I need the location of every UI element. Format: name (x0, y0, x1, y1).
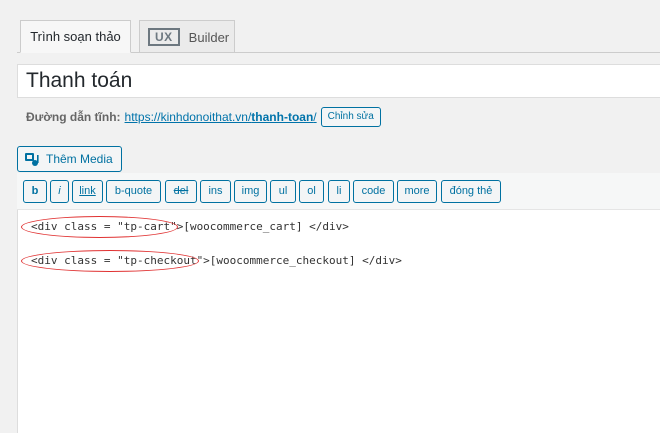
qt-close-tags-button[interactable]: đóng thẻ (441, 180, 501, 203)
permalink-row: Đường dẫn tĩnh: https://kinhdonoithat.vn… (26, 107, 381, 127)
post-title-input[interactable]: Thanh toán (17, 64, 660, 98)
ux-logo-icon: UX (148, 28, 180, 46)
qt-italic-button[interactable]: i (50, 180, 69, 203)
annotation-ellipse (21, 250, 199, 272)
qt-ins-button[interactable]: ins (200, 180, 231, 203)
edit-permalink-button[interactable]: Chỉnh sửa (320, 107, 381, 127)
add-media-label: Thêm Media (46, 152, 113, 166)
annotation-ellipse (21, 216, 178, 238)
permalink-url-base: https://kinhdonoithat.vn/ (124, 110, 252, 124)
qt-blockquote-button[interactable]: b-quote (106, 180, 161, 203)
editor-content-area[interactable] (17, 173, 660, 433)
tab-editor[interactable]: Trình soạn thảo (20, 20, 131, 53)
qt-li-button[interactable]: li (328, 180, 350, 203)
add-media-button[interactable]: Thêm Media (17, 146, 122, 172)
permalink-url-trailing: / (313, 110, 317, 124)
permalink-label: Đường dẫn tĩnh: (26, 110, 121, 124)
qt-ul-button[interactable]: ul (270, 180, 296, 203)
permalink-url-slug: thanh-toan (251, 110, 314, 124)
tab-editor-label: Trình soạn thảo (30, 29, 121, 44)
qt-link-button[interactable]: link (72, 180, 103, 203)
tab-ux-label: Builder (188, 29, 230, 45)
media-icon (25, 153, 39, 166)
qt-bold-button[interactable]: b (23, 180, 47, 203)
permalink-link[interactable]: https://kinhdonoithat.vn/thanh-toan/ (125, 110, 317, 124)
qt-img-button[interactable]: img (234, 180, 267, 203)
qt-more-button[interactable]: more (397, 180, 437, 203)
qt-del-button[interactable]: del (165, 180, 197, 203)
qt-code-button[interactable]: code (353, 180, 394, 203)
tab-ux-builder[interactable]: UX Builder (139, 20, 235, 53)
qt-ol-button[interactable]: ol (299, 180, 324, 203)
